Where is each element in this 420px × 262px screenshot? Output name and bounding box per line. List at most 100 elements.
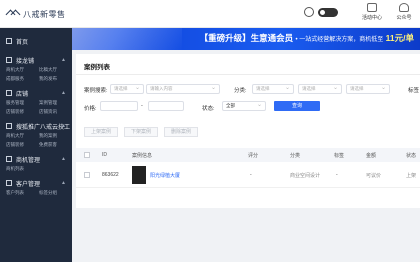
sidebar-submenu: 商机列表 (0, 166, 72, 172)
chevron-up-icon: ▲ (61, 90, 66, 96)
sidebar: 首页 接龙铺 ▲ 商机大厅 比稿大厅 成都服务 我的发布 店铺 ▲ 服务管理 案… (0, 28, 72, 262)
sidebar-item[interactable]: 店铺装修 (6, 109, 39, 115)
banner-price: 11元/单 (385, 33, 414, 43)
sidebar-item[interactable]: 我的发布 (39, 76, 72, 82)
page-title: 案例列表 (84, 64, 110, 71)
select-value: 请选择 (256, 86, 270, 91)
shop-icon (6, 57, 12, 63)
category-label: 分类: (234, 88, 247, 94)
delist-case-button[interactable]: 下架案例 (124, 127, 158, 137)
select-value: 请选择 (114, 86, 128, 91)
sidebar-section-jielongpu[interactable]: 接龙铺 ▲ (0, 53, 72, 67)
sidebar-section-label: 客户管理 (16, 181, 41, 188)
cell-category: 商业空间设计 (290, 173, 321, 179)
sidebar-item-home[interactable]: 首页 (0, 33, 72, 49)
column-header-category: 分类 (290, 153, 301, 159)
category-select-level-2[interactable]: 请选择 (298, 84, 342, 94)
column-header-amount: 金额 (366, 153, 377, 159)
divider (76, 74, 420, 75)
logo-text: 八戒新零售 (23, 9, 66, 19)
leads-icon (6, 156, 12, 162)
select-value: 全部 (226, 103, 235, 108)
official-account-button[interactable]: 公众号 (392, 3, 416, 21)
promo-banner[interactable]: 【重磅升级】生意通会员 • 一站式经营解决方案，商机低至 11元/单 (72, 28, 420, 50)
list-case-button[interactable]: 上架案例 (84, 127, 118, 137)
sidebar-item[interactable]: 商机大厅 (6, 67, 39, 73)
banner-subtext: • 一站式经营解决方案，商机低至 (295, 37, 384, 43)
app-window: 八戒新零售 活动中心 公众号 首页 接龙铺 ▲ 商机大厅 比稿大厅 成都服务 我… (0, 0, 420, 262)
top-toolbar: 活动中心 公众号 (304, 3, 416, 21)
sidebar-item[interactable]: 免费获客 (39, 142, 72, 148)
cell-status: 上架 (406, 173, 417, 179)
top-bar: 八戒新零售 活动中心 公众号 (0, 0, 420, 28)
theme-toggle[interactable] (318, 7, 338, 17)
sidebar-item[interactable]: 标签分组 (39, 190, 72, 196)
cell-id: 863622 (102, 172, 119, 178)
select-value: 请选择 (302, 86, 316, 91)
column-header-id: ID (102, 152, 107, 158)
alarm-clock-icon[interactable] (304, 7, 314, 17)
sidebar-section-leads[interactable]: 商机管理 ▲ (0, 152, 72, 166)
sidebar-item[interactable]: 服务管理 (6, 100, 39, 106)
sidebar-item[interactable]: 店铺装修 (6, 142, 39, 148)
chevron-up-icon: ▲ (61, 180, 66, 186)
column-header-status: 状态 (406, 153, 417, 159)
table-row[interactable]: 863622 阳光绿植大厦 - 商业空间设计 - 可议价 上架 (76, 162, 420, 188)
status-label: 状态: (202, 106, 215, 112)
sidebar-submenu: 商机大厅 我的案例 店铺装修 免费获客 (0, 133, 72, 148)
sidebar-section-customers[interactable]: 客户管理 ▲ (0, 176, 72, 190)
activity-center-button[interactable]: 活动中心 (360, 3, 384, 21)
case-search-type-select[interactable]: 请选择 (110, 84, 144, 94)
row-checkbox[interactable] (84, 172, 90, 178)
logo-mark-icon (6, 9, 20, 19)
sidebar-item[interactable]: 成都服务 (6, 76, 39, 82)
case-search-input[interactable]: 请输入内容 (146, 84, 220, 94)
price-min-input[interactable] (100, 101, 138, 111)
person-icon (399, 3, 409, 12)
select-value: 请选择 (350, 86, 364, 91)
sidebar-item[interactable]: 商机列表 (6, 166, 39, 172)
customer-icon (6, 180, 12, 186)
price-max-input[interactable] (148, 101, 184, 111)
cell-amount: 可议价 (366, 173, 382, 179)
banner-text: 【重磅升级】生意通会员 • 一站式经营解决方案，商机低至 11元/单 (200, 32, 414, 44)
price-label: 价格: (84, 106, 97, 112)
sidebar-item[interactable]: 案例管理 (39, 100, 72, 106)
delete-case-button[interactable]: 删除案例 (164, 127, 198, 137)
sidebar-item[interactable]: 店铺资讯 (39, 109, 72, 115)
activity-center-icon (367, 3, 377, 12)
sidebar-item[interactable]: 我的案例 (39, 133, 72, 139)
sidebar-section-store[interactable]: 店铺 ▲ (0, 86, 72, 100)
input-placeholder: 请输入内容 (150, 86, 173, 91)
sidebar-home-label: 首页 (16, 39, 29, 46)
home-icon (6, 38, 12, 44)
search-button[interactable]: 查询 (274, 101, 320, 111)
category-select-level-1[interactable]: 请选择 (252, 84, 294, 94)
sidebar-submenu: 客户列表 标签分组 (0, 190, 72, 196)
status-select[interactable]: 全部 (222, 101, 266, 111)
cell-tag: - (336, 172, 338, 178)
sidebar-item[interactable]: 比稿大厅 (39, 67, 72, 73)
category-select-level-3[interactable]: 请选择 (346, 84, 390, 94)
case-search-label: 案例搜索: (84, 88, 108, 94)
cell-rating: - (250, 172, 252, 178)
sidebar-section-label: 店铺 (16, 91, 29, 98)
column-header-case-info: 案例信息 (132, 153, 153, 159)
sidebar-submenu: 服务管理 案例管理 店铺装修 店铺资讯 (0, 100, 72, 115)
sidebar-section-promotion[interactable]: 搜狐推广八戒云技工 ▲ (0, 119, 72, 133)
cell-case-title[interactable]: 阳光绿植大厦 (150, 172, 180, 179)
price-separator: - (141, 103, 143, 109)
case-thumbnail[interactable] (132, 166, 146, 184)
column-header-rating: 评分 (248, 153, 259, 159)
table-header: ID 案例信息 评分 分类 标签 金额 状态 (76, 148, 420, 162)
sidebar-section-label: 接龙铺 (16, 58, 35, 65)
chevron-up-icon: ▲ (61, 156, 66, 162)
banner-headline: 【重磅升级】生意通会员 (199, 33, 294, 43)
sidebar-item[interactable]: 商机大厅 (6, 133, 39, 139)
sidebar-submenu: 商机大厅 比稿大厅 成都服务 我的发布 (0, 67, 72, 82)
column-header-tag: 标签 (334, 153, 345, 159)
logo[interactable]: 八戒新零售 (6, 6, 66, 22)
tag-label: 标签 (408, 88, 420, 94)
sidebar-item[interactable]: 客户列表 (6, 190, 39, 196)
select-all-checkbox[interactable] (84, 152, 90, 158)
